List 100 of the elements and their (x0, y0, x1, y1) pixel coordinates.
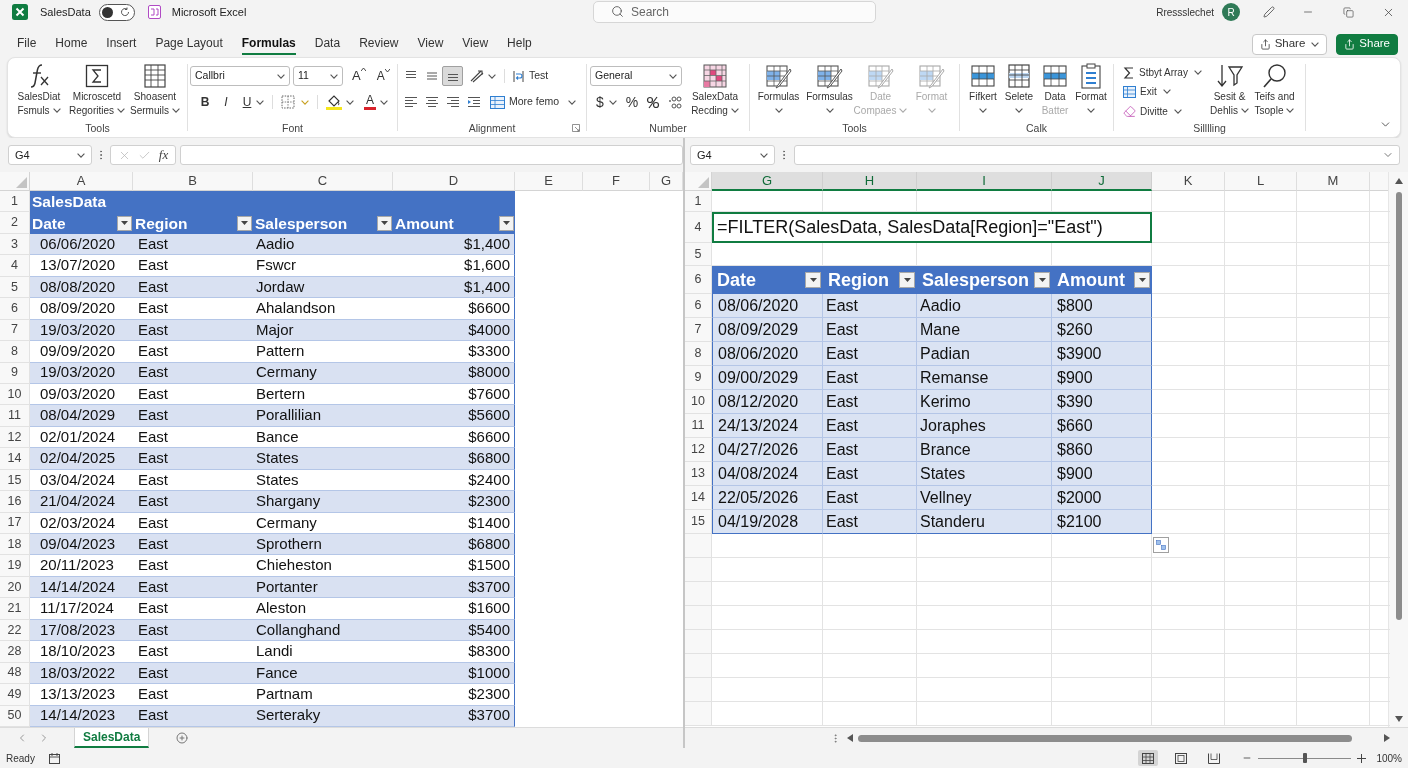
column-header[interactable]: K (1152, 172, 1225, 191)
row-header[interactable]: 4 (685, 212, 712, 243)
dialog-launcher-icon[interactable] (572, 124, 580, 132)
column-header[interactable]: J (1052, 172, 1152, 191)
ribbon-button[interactable]: SalexData Recding (687, 63, 743, 120)
row-header[interactable]: 13 (685, 462, 712, 486)
row-header[interactable]: 9 (0, 362, 30, 384)
ribbon-button[interactable]: SalesDiat Fsmuls (10, 63, 68, 120)
row-header[interactable]: 6 (685, 294, 712, 318)
column-header[interactable]: D (393, 172, 515, 191)
triangle-left-icon[interactable] (847, 734, 853, 742)
triangle-down-icon[interactable] (1394, 716, 1403, 722)
formula-cell[interactable]: =FILTER(SalesData, SalesData[Region]="East") (712, 212, 1152, 243)
zoom-thumb[interactable] (1302, 753, 1307, 763)
row-header[interactable]: 16 (0, 491, 30, 513)
row-header[interactable]: 28 (0, 641, 30, 663)
row-header[interactable]: 7 (0, 319, 30, 342)
ribbon-button[interactable]: Fifkert (965, 63, 1001, 120)
row-header[interactable]: 4 (0, 255, 30, 277)
ribbon-button[interactable]: Divitte (1123, 102, 1207, 120)
menu-tab[interactable]: File (17, 33, 37, 55)
user-avatar[interactable]: R (1222, 3, 1240, 21)
zoom-slider[interactable] (1258, 753, 1352, 763)
scrollbar-thumb[interactable] (858, 734, 1352, 742)
number-format-field[interactable]: General (590, 66, 682, 86)
row-header[interactable]: 19 (0, 555, 30, 577)
row-header[interactable]: 22 (0, 619, 30, 642)
row-header[interactable]: 10 (685, 390, 712, 414)
row-header[interactable]: 1 (685, 191, 712, 212)
row-header[interactable]: 12 (685, 438, 712, 462)
row-header[interactable]: 9 (685, 366, 712, 390)
menu-tab[interactable]: Review (359, 33, 399, 55)
row-header[interactable]: 21 (0, 598, 30, 620)
underline-button[interactable]: U (238, 93, 256, 111)
ribbon-button[interactable]: Selete (1001, 63, 1037, 120)
menu-tab[interactable]: Insert (106, 33, 137, 55)
row-header[interactable]: 18 (0, 534, 30, 556)
column-header[interactable]: E (515, 172, 583, 191)
align-button[interactable] (442, 66, 463, 86)
row-header[interactable]: 15 (0, 469, 30, 492)
currency-button[interactable]: $ (596, 91, 604, 113)
scrollbar-thumb[interactable] (1395, 192, 1402, 620)
grow-font-button[interactable]: A (352, 66, 366, 86)
search-field[interactable]: Search (593, 1, 876, 23)
filter-button[interactable] (237, 215, 252, 231)
name-box[interactable]: G4 (8, 145, 92, 165)
row-header[interactable]: 2 (0, 212, 30, 234)
font-color-button[interactable]: A (364, 94, 376, 110)
row-header[interactable]: 11 (0, 405, 30, 427)
row-header[interactable]: 8 (0, 341, 30, 363)
menu-tab[interactable]: Help (507, 33, 532, 55)
column-header[interactable]: B (133, 172, 253, 191)
column-header[interactable]: G (712, 172, 823, 191)
font-size-field[interactable]: 11 (293, 66, 343, 86)
column-header[interactable]: F (583, 172, 650, 191)
row-header[interactable]: 3 (0, 233, 30, 256)
ribbon-button[interactable]: Formsulas (804, 63, 855, 120)
share-button[interactable]: Share (1336, 33, 1398, 55)
filter-button[interactable] (899, 272, 915, 288)
menu-tab[interactable]: View (462, 33, 489, 55)
shrink-font-button[interactable]: A (376, 67, 390, 85)
row-header[interactable]: 14 (685, 486, 712, 510)
zoom-in-icon[interactable] (1357, 753, 1367, 763)
filter-button[interactable] (1034, 272, 1050, 288)
add-sheet-icon[interactable] (176, 732, 189, 744)
menu-tab[interactable]: Page Layout (155, 33, 223, 55)
percent-button[interactable]: % (625, 91, 639, 113)
column-header[interactable]: H (823, 172, 917, 191)
row-header[interactable]: 15 (685, 510, 712, 534)
insert-function-button[interactable]: fx (158, 145, 169, 165)
row-header[interactable]: 14 (0, 448, 30, 470)
row-header[interactable]: 10 (0, 383, 30, 406)
autosave-toggle[interactable] (98, 3, 135, 21)
ribbon-button[interactable]: Formulas (753, 63, 804, 120)
triangle-up-icon[interactable] (1394, 178, 1403, 184)
row-header[interactable]: 20 (0, 576, 30, 599)
row-header[interactable]: 17 (0, 512, 30, 534)
view-button[interactable] (1138, 750, 1159, 766)
triangle-right-icon[interactable] (1384, 734, 1390, 742)
bold-button[interactable]: B (196, 93, 214, 111)
filter-button[interactable] (377, 215, 392, 231)
share-button[interactable]: Share (1251, 33, 1328, 55)
merge-button[interactable]: More femo (490, 94, 577, 110)
ribbon-button[interactable]: Shoasent Sermuils (126, 63, 184, 120)
row-header[interactable]: 11 (685, 414, 712, 438)
squares-icon[interactable] (1153, 537, 1169, 553)
row-header[interactable]: 8 (685, 342, 712, 366)
row-header[interactable]: 50 (0, 705, 30, 727)
filter-button[interactable] (805, 272, 821, 288)
row-header[interactable]: 6 (685, 266, 712, 294)
wrap-text-button[interactable]: Test (513, 68, 549, 84)
row-header[interactable]: 1 (0, 191, 30, 213)
name-box[interactable]: G4 (690, 145, 775, 165)
column-header[interactable]: I (917, 172, 1052, 191)
row-header[interactable]: 5 (0, 276, 30, 299)
row-header[interactable]: 6 (0, 298, 30, 320)
font-name-field[interactable]: Callbri (190, 66, 290, 86)
row-header[interactable]: 12 (0, 426, 30, 449)
column-header[interactable]: C (253, 172, 393, 191)
column-header[interactable]: L (1225, 172, 1297, 191)
